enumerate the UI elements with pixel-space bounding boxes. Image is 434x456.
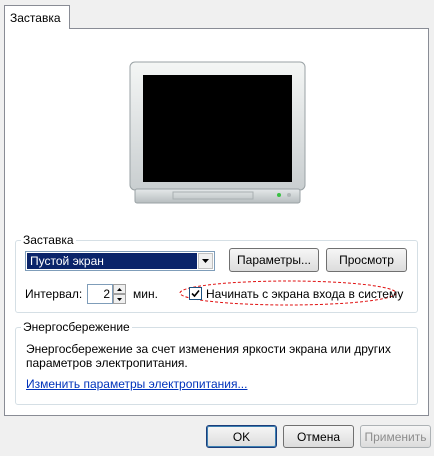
logon-checkbox[interactable] <box>189 287 202 300</box>
power-description-line2: параметров электропитания. <box>26 356 188 370</box>
monitor-preview-icon <box>129 61 306 204</box>
preview-button[interactable]: Просмотр <box>326 248 407 272</box>
screensaver-selected-value: Пустой экран <box>27 253 197 269</box>
power-settings-link[interactable]: Изменить параметры электропитания... <box>26 377 247 391</box>
interval-unit: мин. <box>133 287 158 301</box>
apply-button[interactable]: Применить <box>360 425 431 448</box>
screensaver-select[interactable]: Пустой экран <box>25 251 215 271</box>
stepper-down-icon[interactable] <box>113 294 126 304</box>
logon-checkbox-label[interactable]: Начинать с экрана входа в систему <box>206 287 403 301</box>
interval-label: Интервал: <box>25 287 83 301</box>
tab-label: Заставка <box>10 10 61 25</box>
interval-stepper[interactable] <box>113 284 126 304</box>
cancel-button[interactable]: Отмена <box>283 425 354 448</box>
ok-button[interactable]: OK <box>206 425 277 448</box>
tab-screensaver[interactable]: Заставка <box>4 5 70 29</box>
settings-button[interactable]: Параметры... <box>229 248 319 272</box>
stepper-up-icon[interactable] <box>113 284 126 294</box>
chevron-down-icon[interactable] <box>198 253 213 269</box>
screensaver-group-legend: Заставка <box>21 233 76 247</box>
check-icon <box>191 289 200 298</box>
power-group-legend: Энергосбережение <box>21 320 132 334</box>
power-description-line1: Энергосбережение за счет изменения яркос… <box>26 342 391 356</box>
interval-input[interactable]: 2 <box>87 284 113 304</box>
